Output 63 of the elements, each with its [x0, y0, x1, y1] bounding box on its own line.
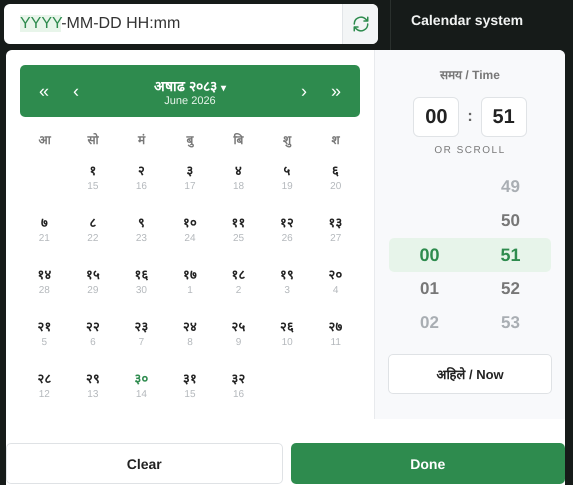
minute-field[interactable]: 51	[480, 97, 527, 137]
day-cell[interactable]: २१ 5	[20, 315, 69, 367]
weekday-label: आ	[38, 133, 50, 147]
hour-option[interactable]: 01	[420, 279, 439, 298]
hour-option[interactable]: 00	[419, 244, 440, 264]
day-cell[interactable]: १२ 26	[262, 211, 312, 263]
day-cell[interactable]: ३० 14	[117, 367, 166, 419]
last-button[interactable]: »	[320, 80, 352, 102]
day-cell[interactable]: ४ 18	[214, 159, 263, 211]
day-cell[interactable]: २९ 13	[68, 367, 118, 419]
done-button[interactable]: Done	[290, 443, 565, 484]
day-cell[interactable]: ११ 25	[214, 211, 263, 263]
time-title: समय / Time	[440, 67, 500, 83]
day-cell[interactable]: २६ 10	[262, 315, 312, 367]
day-cell[interactable]: ८ 22	[68, 211, 118, 263]
day-cell[interactable]: १४ 28	[20, 263, 69, 315]
minute-option[interactable]: 50	[470, 211, 551, 231]
weekday-label: शु	[283, 133, 292, 147]
time-separator: :	[467, 108, 473, 126]
day-cell[interactable]: १५ 29	[68, 263, 118, 315]
day-cell[interactable]: ७ 21	[20, 211, 69, 263]
day-cell[interactable]: १३ 27	[311, 211, 360, 263]
day-cell[interactable]: २५ 9	[214, 315, 263, 367]
day-cell[interactable]: २० 4	[311, 263, 360, 315]
previous-button[interactable]: ‹	[60, 80, 92, 102]
weekday-label: मं	[138, 133, 145, 147]
day-cell[interactable]: १७ 1	[166, 263, 214, 315]
minute-option[interactable]: 51	[470, 244, 551, 266]
day-cell[interactable]: १६ 30	[117, 263, 166, 315]
day-cell[interactable]: १८ 2	[214, 263, 263, 315]
day-cell[interactable]: २ 16	[117, 159, 166, 211]
gregorian-month: June 2026	[164, 94, 216, 106]
weekday-label: बु	[186, 133, 194, 147]
weekday-label: सो	[87, 133, 98, 147]
scroll-hint: OR SCROLL	[434, 145, 506, 156]
calendar-system-label: Calendar system	[410, 11, 524, 28]
hour-field[interactable]: 00	[413, 97, 460, 137]
minute-option[interactable]: 52	[470, 279, 551, 299]
now-button[interactable]: अहिले / Now	[388, 354, 552, 394]
day-cell[interactable]: २७ 11	[311, 315, 360, 367]
day-cell[interactable]: ३ 17	[166, 159, 214, 211]
first-button[interactable]: «	[28, 80, 60, 102]
day-cell[interactable]: ३२ 16	[214, 367, 263, 419]
day-cell[interactable]: ५ 19	[262, 159, 312, 211]
weekday-label: श	[332, 133, 340, 147]
date-input-field[interactable]: YYYY-MM-DD HH:mm	[4, 4, 378, 44]
weekday-label: बि	[234, 133, 244, 147]
month-selector[interactable]: अषाढ २०८३ ▾	[154, 76, 226, 94]
next-button[interactable]: ›	[288, 80, 320, 102]
day-cell[interactable]: १० 24	[166, 211, 214, 263]
day-cell[interactable]: ९ 23	[117, 211, 166, 263]
day-cell[interactable]: ६ 20	[311, 159, 360, 211]
day-cell[interactable]: २४ 8	[166, 315, 214, 367]
date-format-text: YYYY-MM-DD HH:mm	[20, 15, 180, 33]
clear-button[interactable]: Clear	[6, 443, 282, 484]
refresh-button[interactable]	[342, 4, 378, 44]
day-cell[interactable]: २२ 6	[68, 315, 118, 367]
day-cell[interactable]: १ 15	[68, 159, 118, 211]
day-cell[interactable]: ३१ 15	[166, 367, 214, 419]
day-cell[interactable]: २३ 7	[117, 315, 166, 367]
refresh-icon	[352, 15, 370, 33]
day-cell[interactable]: १९ 3	[262, 263, 312, 315]
day-cell[interactable]: २८ 12	[20, 367, 69, 419]
